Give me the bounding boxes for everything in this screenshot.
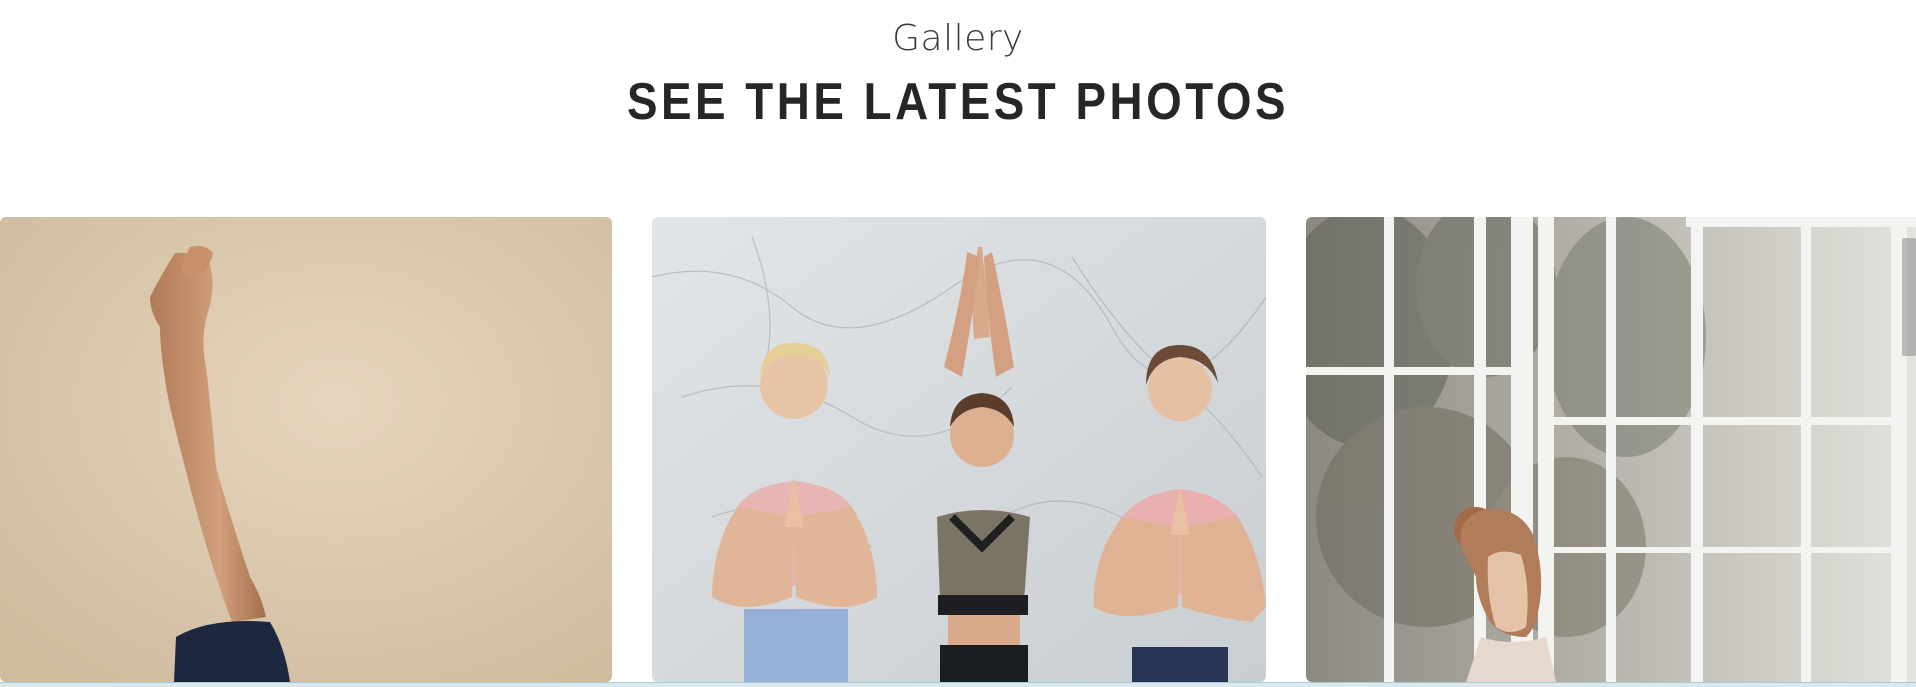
photo-three-women [652, 217, 1266, 682]
bottom-divider [0, 682, 1916, 687]
scrollbar-thumb[interactable] [1902, 238, 1916, 356]
gallery-photo-2[interactable] [652, 217, 1266, 682]
section-title: SEE THE LATEST PHOTOS [626, 73, 1290, 131]
section-eyebrow: Gallery [892, 18, 1024, 59]
photo-woman-by-window [1306, 217, 1916, 682]
gallery-photo-3[interactable] [1306, 217, 1916, 682]
photo-raised-leg [0, 217, 612, 682]
gallery-photo-1[interactable] [0, 217, 612, 682]
